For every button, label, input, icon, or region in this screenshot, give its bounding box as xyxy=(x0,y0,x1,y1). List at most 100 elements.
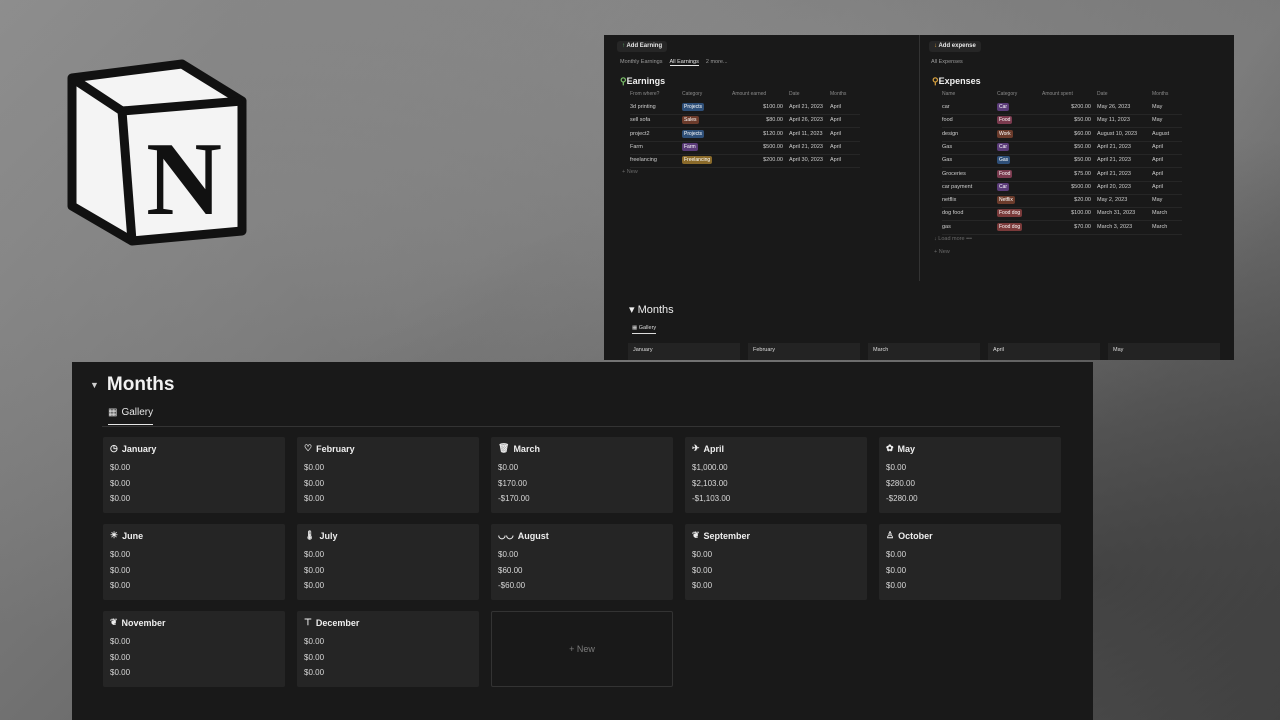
earnings-row[interactable]: project2 Projects $120.00 April 11, 2023 Apr… xyxy=(630,128,860,142)
month-card-may[interactable]: ✿ May $0.00 $280.00 -$280.00 xyxy=(879,437,1061,513)
row-month: April xyxy=(1152,183,1164,190)
earnings-row[interactable]: sell sofa Sales $80.00 April 26, 2023 April xyxy=(630,114,860,129)
expenses-new-row[interactable]: + New xyxy=(934,249,950,255)
row-date: April 21, 2023 xyxy=(789,143,823,150)
new-card-button[interactable]: + New xyxy=(491,611,673,687)
expenses-row[interactable]: Gas Car $50.00 April 21, 2023 April xyxy=(942,141,1182,155)
small-card-may[interactable]: May xyxy=(1108,343,1220,360)
earnings-row[interactable]: freelancing Freelancing $200.00 April 30, 2… xyxy=(630,154,860,169)
small-card-april[interactable]: April xyxy=(988,343,1100,360)
month-card-title: 🌡 July xyxy=(304,530,338,541)
small-gallery-tab[interactable]: ▦ Gallery xyxy=(632,325,657,334)
month-card-january[interactable]: ◷ January $0.00 $0.00 $0.00 xyxy=(103,437,285,513)
row-category: Freelancing xyxy=(682,156,713,165)
expenses-header: Name Category Amount spent Date Months xyxy=(942,91,1169,97)
row-date: August 10, 2023 xyxy=(1097,130,1138,137)
row-name: Farm xyxy=(630,143,643,150)
month-value: $0.00 xyxy=(110,637,131,646)
expenses-tabs: All Expenses xyxy=(931,59,963,65)
row-date: April 21, 2023 xyxy=(789,104,823,110)
row-category: Projects xyxy=(682,103,705,111)
earnings-row[interactable]: 3d printing Projects $100.00 April 21, 2023… xyxy=(630,101,860,115)
earnings-expenses-panel: ↑ Add Earning Monthly Earnings All Earni… xyxy=(604,35,1234,360)
month-card-september[interactable]: ❦ September $0.00 $0.00 $0.00 xyxy=(685,524,867,600)
row-date: April 11, 2023 xyxy=(789,130,823,137)
small-card-january[interactable]: January xyxy=(628,343,740,360)
month-value: $0.00 xyxy=(110,494,131,503)
row-category: Netflix xyxy=(997,196,1015,205)
row-category: Food dog xyxy=(997,209,1023,218)
bird-icon: ✈ xyxy=(692,443,700,453)
month-card-july[interactable]: 🌡 July $0.00 $0.00 $0.00 xyxy=(297,524,479,600)
months-panel: ▼ Months ▦ Gallery ◷ January $0.00 $0.00 $0.… xyxy=(72,362,1093,720)
row-month: April xyxy=(1152,170,1164,177)
expenses-row[interactable]: food Food $50.00 May 11, 2023 May xyxy=(942,114,1182,129)
month-card-november[interactable]: ❦ November $0.00 $0.00 $0.00 xyxy=(103,611,285,687)
row-amount: $80.00 xyxy=(766,117,783,124)
row-amount: $70.00 xyxy=(1074,223,1091,230)
load-more-link[interactable]: ↓ Load more ••• xyxy=(934,236,972,242)
month-value: -$280.00 xyxy=(886,494,918,503)
month-card-title: ❦ September xyxy=(692,530,751,541)
earnings-row[interactable]: Farm Farm $500.00 April 21, 2023 April xyxy=(630,141,860,155)
thermometer-icon: 🌡 xyxy=(304,530,316,540)
month-value: $0.00 xyxy=(692,550,713,559)
row-name: 3d printing xyxy=(630,104,656,110)
heart-icon: ♡ xyxy=(304,443,313,453)
expenses-row[interactable]: netflix Netflix $20.00 May 2, 2023 May xyxy=(942,194,1182,209)
expenses-row[interactable]: Gas Gas $50.00 April 21, 2023 April xyxy=(942,154,1182,169)
small-card-march[interactable]: March xyxy=(868,343,980,360)
earnings-tabs: Monthly Earnings All Earnings 2 more... xyxy=(620,59,728,66)
tab-all-earnings[interactable]: All Earnings xyxy=(669,59,699,66)
row-date: March 3, 2023 xyxy=(1097,223,1133,230)
row-name: car payment xyxy=(942,183,973,190)
month-value: $0.00 xyxy=(692,565,713,575)
add-earning-button[interactable]: ↑ Add Earning xyxy=(617,41,668,52)
month-value: $0.00 xyxy=(110,550,131,559)
expenses-row[interactable]: dog food Food dog $100.00 March 31, 2023 Mar… xyxy=(942,207,1182,222)
month-card-april[interactable]: ✈ April $1,000.00 $2,103.00 -$1,103.00 xyxy=(685,437,867,513)
add-expense-button[interactable]: ↓ Add expense xyxy=(929,41,981,52)
month-card-february[interactable]: ♡ February $0.00 $0.00 $0.00 xyxy=(297,437,479,513)
month-value: $0.00 xyxy=(886,550,907,559)
month-card-march[interactable]: 🗑 March $0.00 $170.00 -$170.00 xyxy=(491,437,673,513)
panel-divider xyxy=(919,35,920,281)
small-month-cards: January February March April May xyxy=(628,343,1220,360)
expenses-row[interactable]: car payment Car $500.00 April 20, 2023 April xyxy=(942,181,1182,195)
row-name: dog food xyxy=(942,210,964,217)
row-category: Food xyxy=(997,169,1013,178)
month-card-title: ✈ April xyxy=(692,443,725,454)
row-amount: $120.00 xyxy=(763,130,783,137)
tree-icon: ⊤ xyxy=(304,617,312,627)
expenses-row[interactable]: gas Food dog $70.00 March 3, 2023 March xyxy=(942,221,1182,235)
tab-more[interactable]: 2 more... xyxy=(706,59,728,66)
small-months-heading: ▾ Months xyxy=(629,304,674,316)
row-month: April xyxy=(830,117,842,124)
earnings-title: ⚲Earnings xyxy=(620,76,666,86)
row-month: April xyxy=(830,104,842,110)
month-card-december[interactable]: ⊤ December $0.00 $0.00 $0.00 xyxy=(297,611,479,687)
month-card-title: ⊤ December xyxy=(304,617,360,628)
expenses-row[interactable]: Groceries Food $75.00 April 21, 2023 April xyxy=(942,168,1182,182)
row-category: Projects xyxy=(682,129,705,138)
month-value: $0.00 xyxy=(886,565,907,575)
earnings-new-row[interactable]: + New xyxy=(622,169,638,175)
tab-monthly-earnings[interactable]: Monthly Earnings xyxy=(620,59,663,66)
row-category: Car xyxy=(997,103,1010,111)
month-value: $0.00 xyxy=(304,581,325,590)
month-card-title: ❦ November xyxy=(110,617,166,628)
row-amount: $50.00 xyxy=(1074,157,1091,164)
collapse-toggle-icon[interactable]: ▼ xyxy=(90,380,99,390)
expenses-row[interactable]: car Car $200.00 May 26, 2023 May xyxy=(942,101,1182,115)
month-card-june[interactable]: ☀ June $0.00 $0.00 $0.00 xyxy=(103,524,285,600)
month-card-october[interactable]: ♙ October $0.00 $0.00 $0.00 xyxy=(879,524,1061,600)
tab-all-expenses[interactable]: All Expenses xyxy=(931,59,963,65)
month-value: $0.00 xyxy=(886,463,907,472)
row-amount: $200.00 xyxy=(763,157,783,164)
month-value: $0.00 xyxy=(304,550,325,559)
row-month: March xyxy=(1152,223,1168,230)
month-card-august[interactable]: ◡◡ August $0.00 $60.00 -$60.00 xyxy=(491,524,673,600)
gallery-tab[interactable]: ▦ Gallery xyxy=(108,407,154,425)
expenses-row[interactable]: design Work $60.00 August 10, 2023 August xyxy=(942,128,1182,142)
small-card-february[interactable]: February xyxy=(748,343,860,360)
